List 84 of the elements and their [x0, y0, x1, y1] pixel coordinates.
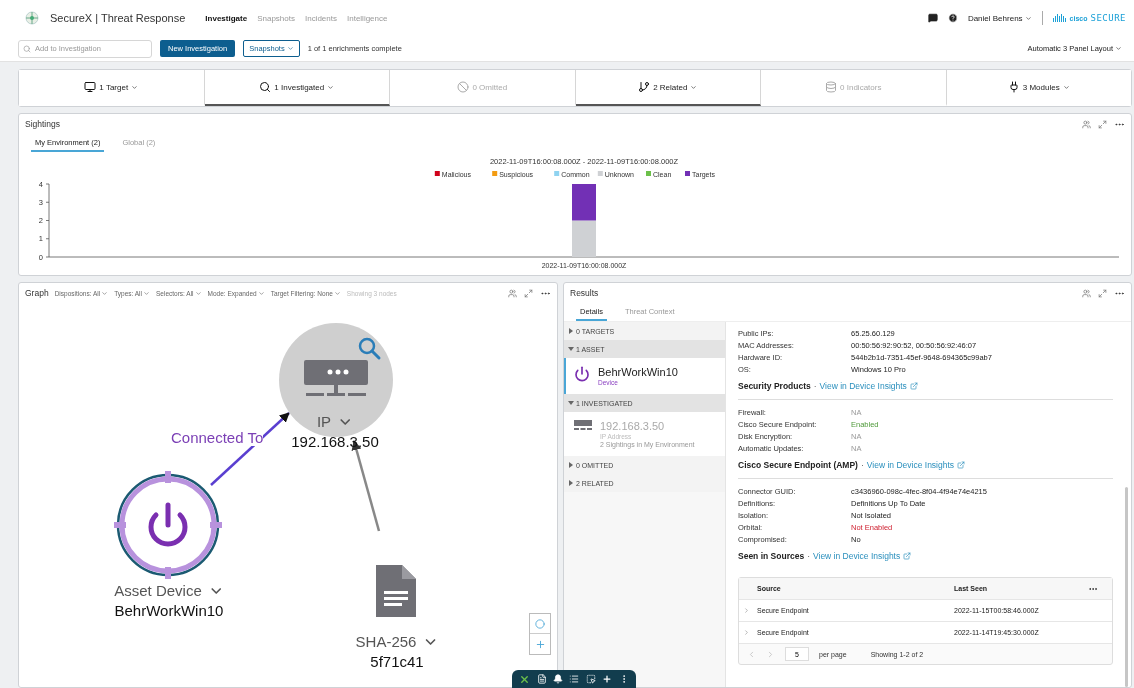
add-button[interactable]	[602, 674, 613, 684]
separator: ·	[813, 381, 817, 391]
plus-icon	[602, 674, 613, 684]
scroll-bar[interactable]	[1125, 487, 1128, 687]
chat-icon[interactable]	[927, 13, 938, 23]
chevron-down-icon	[690, 83, 698, 91]
database-icon	[825, 81, 838, 93]
plus-icon	[534, 638, 546, 650]
server-icon	[574, 420, 592, 432]
bar	[572, 220, 596, 257]
caret-right-icon	[568, 328, 574, 334]
separator: ·	[860, 460, 864, 470]
circle-icon	[535, 618, 545, 629]
bar	[572, 184, 596, 221]
chevron-down-icon	[1115, 45, 1122, 52]
cisco-bars-icon	[1052, 14, 1067, 22]
external-link-icon	[903, 552, 912, 560]
list-icon	[569, 674, 580, 684]
chevron-down-icon	[101, 289, 109, 297]
search-icon	[23, 44, 31, 53]
node-value: 5f71c41	[370, 653, 424, 670]
panel-title: Results	[570, 288, 599, 298]
caret-right-icon	[568, 462, 574, 468]
chevron-down-icon	[333, 289, 341, 297]
panel-title: Graph	[25, 288, 49, 298]
section-title: Security Products	[738, 381, 811, 391]
chevron-down-icon	[286, 45, 294, 52]
node-type: Asset Device	[114, 582, 202, 599]
device-insights-link[interactable]: View in Device Insights	[866, 460, 955, 470]
close-button[interactable]	[519, 673, 531, 685]
edge-label: Connected To	[171, 429, 264, 446]
summary-tab[interactable]: 1 Target	[19, 70, 205, 106]
caret-right-icon	[568, 480, 574, 486]
external-link-icon	[957, 461, 966, 469]
power-icon	[574, 366, 590, 382]
section-title: Seen in Sources	[738, 551, 805, 561]
monitor-icon	[84, 81, 97, 93]
plug-icon	[1007, 81, 1020, 93]
summary-tab[interactable]: 1 Investigated	[204, 70, 390, 106]
external-link-icon	[909, 382, 918, 390]
bell-icon	[553, 674, 564, 684]
help-icon[interactable]	[947, 13, 958, 23]
item-name: 192.168.3.50	[600, 420, 666, 432]
chevron-down-icon	[257, 289, 265, 297]
power-node-icon[interactable]	[112, 469, 224, 581]
caret-down-icon	[568, 400, 574, 406]
node-type: SHA-256	[355, 633, 417, 650]
expand-icon[interactable]	[1098, 119, 1107, 129]
node-value: 192.168.3.50	[291, 433, 379, 450]
document-button[interactable]	[536, 674, 547, 684]
expand-icon[interactable]	[524, 288, 533, 298]
item-name: BehrWorkWin10	[598, 366, 678, 378]
chevron-down-icon	[131, 83, 139, 91]
select-button[interactable]	[585, 674, 596, 684]
document-node-icon[interactable]	[376, 565, 416, 617]
server-node-icon[interactable]	[278, 322, 394, 438]
user-menu[interactable]: Daniel Behrens	[967, 13, 1032, 23]
chevron-down-icon	[194, 289, 202, 297]
section-title: Cisco Secure Endpoint (AMP)	[738, 460, 858, 470]
expand-icon[interactable]	[1098, 288, 1107, 298]
separator: ·	[807, 551, 810, 561]
device-insights-link[interactable]: View in Device Insights	[813, 551, 901, 561]
summary-tab[interactable]: 2 Related	[575, 70, 761, 106]
chevron-down-icon	[143, 289, 150, 297]
document-icon	[536, 674, 547, 684]
logo-icon	[24, 10, 40, 26]
list-button[interactable]	[569, 674, 580, 684]
device-insights-link[interactable]: View in Device Insights	[819, 381, 907, 391]
pointer-icon	[585, 674, 596, 684]
close-icon	[519, 673, 531, 685]
search-icon	[259, 81, 272, 93]
panel-title: Sightings	[25, 119, 60, 129]
chevron-down-icon	[1024, 14, 1032, 22]
bell-button[interactable]	[553, 674, 564, 684]
brand-name: SECURE	[1090, 13, 1126, 23]
branch-icon	[638, 81, 651, 93]
node-type: IP	[316, 413, 332, 430]
ban-icon	[457, 81, 470, 93]
chevron-down-icon	[1062, 83, 1070, 91]
caret-down-icon	[568, 346, 574, 352]
node-value: BehrWorkWin10	[114, 602, 224, 619]
app-title: SecureX | Threat Response	[50, 12, 186, 24]
chevron-down-icon	[327, 83, 335, 91]
nav-tab[interactable]: Investigate	[205, 13, 248, 23]
